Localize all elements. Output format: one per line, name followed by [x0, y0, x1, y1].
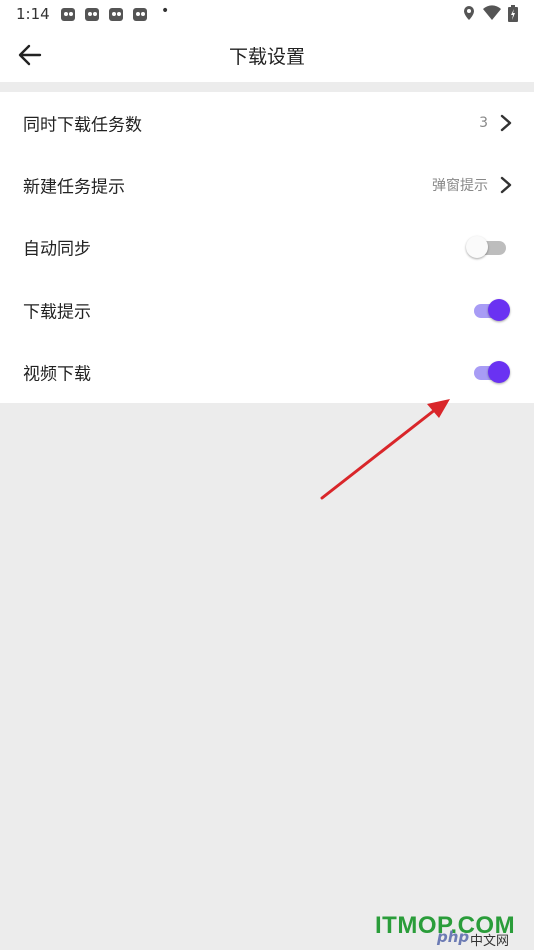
- status-bar: 1:14 •: [0, 0, 534, 28]
- app-notification-icon: [109, 8, 123, 21]
- app-notification-icon: [61, 8, 75, 21]
- setting-label: 下载提示: [23, 302, 91, 323]
- section-divider: [0, 82, 534, 92]
- location-icon: [464, 6, 474, 20]
- app-notification-icon: [85, 8, 99, 21]
- setting-video-download: 视频下载: [0, 341, 534, 403]
- watermark-php: php: [437, 928, 470, 946]
- video-download-toggle[interactable]: [468, 360, 510, 384]
- wifi-icon: [483, 5, 501, 21]
- page-title: 下载设置: [228, 46, 305, 68]
- download-notice-toggle[interactable]: [468, 298, 510, 322]
- setting-download-notice: 下载提示: [0, 279, 534, 341]
- status-time: 1:14: [16, 5, 50, 23]
- battery-charging-icon: [508, 5, 518, 22]
- setting-new-task-prompt[interactable]: 新建任务提示 弹窗提示: [0, 154, 534, 216]
- toggle-knob: [466, 236, 488, 259]
- status-dot: •: [161, 3, 170, 19]
- toggle-knob: [488, 360, 510, 383]
- setting-auto-sync: 自动同步: [0, 216, 534, 278]
- chevron-right-icon: [500, 114, 512, 132]
- app-notification-icon: [133, 8, 147, 21]
- settings-list: 同时下载任务数 3 新建任务提示 弹窗提示 自动同步 下载提示 视频下载: [0, 92, 534, 403]
- setting-label: 新建任务提示: [23, 177, 125, 198]
- setting-concurrent-downloads[interactable]: 同时下载任务数 3: [0, 92, 534, 154]
- toggle-knob: [488, 298, 510, 321]
- watermark-cn: 中文网: [470, 934, 510, 949]
- auto-sync-toggle[interactable]: [466, 235, 510, 259]
- setting-label: 自动同步: [23, 239, 91, 260]
- setting-label: 视频下载: [23, 364, 91, 385]
- setting-value: 3: [479, 115, 488, 132]
- setting-label: 同时下载任务数: [23, 115, 142, 136]
- setting-value: 弹窗提示: [432, 178, 488, 195]
- chevron-right-icon: [500, 177, 512, 194]
- app-bar: 下载设置: [0, 28, 534, 82]
